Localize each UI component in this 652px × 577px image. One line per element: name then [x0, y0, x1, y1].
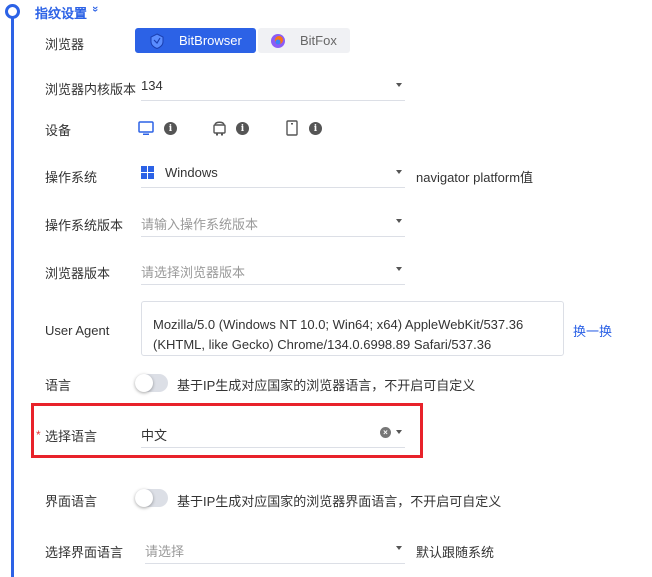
browser-version-label: 浏览器版本	[45, 266, 111, 281]
user-agent-line: (KHTML, like Gecko) Chrome/134.0.6998.89…	[153, 337, 492, 352]
caret-down-icon	[396, 546, 402, 550]
clear-icon[interactable]: ×	[380, 427, 391, 438]
desktop-icon[interactable]	[138, 121, 154, 136]
select-language-select[interactable]: 中文 ×	[141, 418, 405, 448]
section-title[interactable]: 指纹设置	[35, 3, 87, 22]
bitfox-button[interactable]: BitFox	[258, 28, 350, 53]
timeline-line	[11, 14, 14, 577]
browser-version-select[interactable]: 请选择浏览器版本	[141, 255, 405, 285]
os-version-label: 操作系统版本	[45, 218, 124, 233]
bitbrowser-logo-icon	[149, 32, 165, 49]
caret-down-icon	[396, 83, 402, 87]
windows-icon	[141, 166, 154, 182]
refresh-ua-link[interactable]: 换一换	[573, 321, 612, 340]
toggle-knob	[135, 374, 153, 392]
select-ui-language-select[interactable]: 请选择	[145, 534, 405, 564]
ui-language-toggle-text: 基于IP生成对应国家的浏览器界面语言，不开启可自定义	[177, 494, 502, 509]
os-value: Windows	[165, 165, 218, 180]
user-agent-label: User Agent	[45, 323, 110, 338]
caret-down-icon	[396, 170, 402, 174]
select-language-value: 中文	[141, 428, 168, 443]
kernel-version-label: 浏览器内核版本	[45, 82, 137, 97]
os-label: 操作系统	[45, 170, 98, 185]
required-star: *	[36, 428, 41, 442]
bitbrowser-button[interactable]: BitBrowser	[135, 28, 256, 53]
collapse-chevron-icon[interactable]: »	[89, 6, 101, 12]
timeline-dot	[5, 4, 20, 19]
browser-version-placeholder: 请选择浏览器版本	[141, 265, 246, 280]
select-language-label: 选择语言	[45, 429, 98, 444]
language-toggle-text: 基于IP生成对应国家的浏览器语言，不开启可自定义	[177, 378, 476, 393]
browser-label: 浏览器	[45, 37, 85, 52]
select-ui-language-label: 选择界面语言	[45, 545, 124, 560]
os-select[interactable]: Windows	[141, 158, 405, 188]
info-icon[interactable]: i	[164, 122, 177, 135]
info-icon[interactable]: i	[236, 122, 249, 135]
user-agent-textarea[interactable]: Mozilla/5.0 (Windows NT 10.0; Win64; x64…	[141, 301, 564, 356]
mobile-icon[interactable]	[286, 120, 298, 136]
caret-down-icon	[396, 267, 402, 271]
select-ui-language-placeholder: 请选择	[145, 544, 185, 559]
caret-down-icon	[396, 219, 402, 223]
os-version-input[interactable]: 请输入操作系统版本	[141, 207, 405, 237]
toggle-knob	[135, 489, 153, 507]
os-version-placeholder: 请输入操作系统版本	[141, 217, 259, 232]
bitbrowser-label: BitBrowser	[179, 33, 242, 48]
ui-language-label: 界面语言	[45, 494, 98, 509]
language-label: 语言	[45, 378, 72, 393]
bitfox-logo-icon	[270, 33, 286, 49]
user-agent-line: Mozilla/5.0 (Windows NT 10.0; Win64; x64…	[153, 317, 524, 332]
bitfox-label: BitFox	[300, 33, 337, 48]
info-icon[interactable]: i	[309, 122, 322, 135]
select-ui-language-note: 默认跟随系统	[416, 545, 495, 560]
android-icon[interactable]	[212, 120, 227, 136]
ui-language-toggle[interactable]	[135, 489, 168, 507]
device-label: 设备	[45, 123, 72, 138]
os-note: navigator platform值	[416, 170, 534, 185]
caret-down-icon	[396, 430, 402, 434]
language-toggle[interactable]	[135, 374, 168, 392]
kernel-version-value: 134	[141, 78, 163, 93]
kernel-version-select[interactable]: 134	[141, 71, 405, 101]
